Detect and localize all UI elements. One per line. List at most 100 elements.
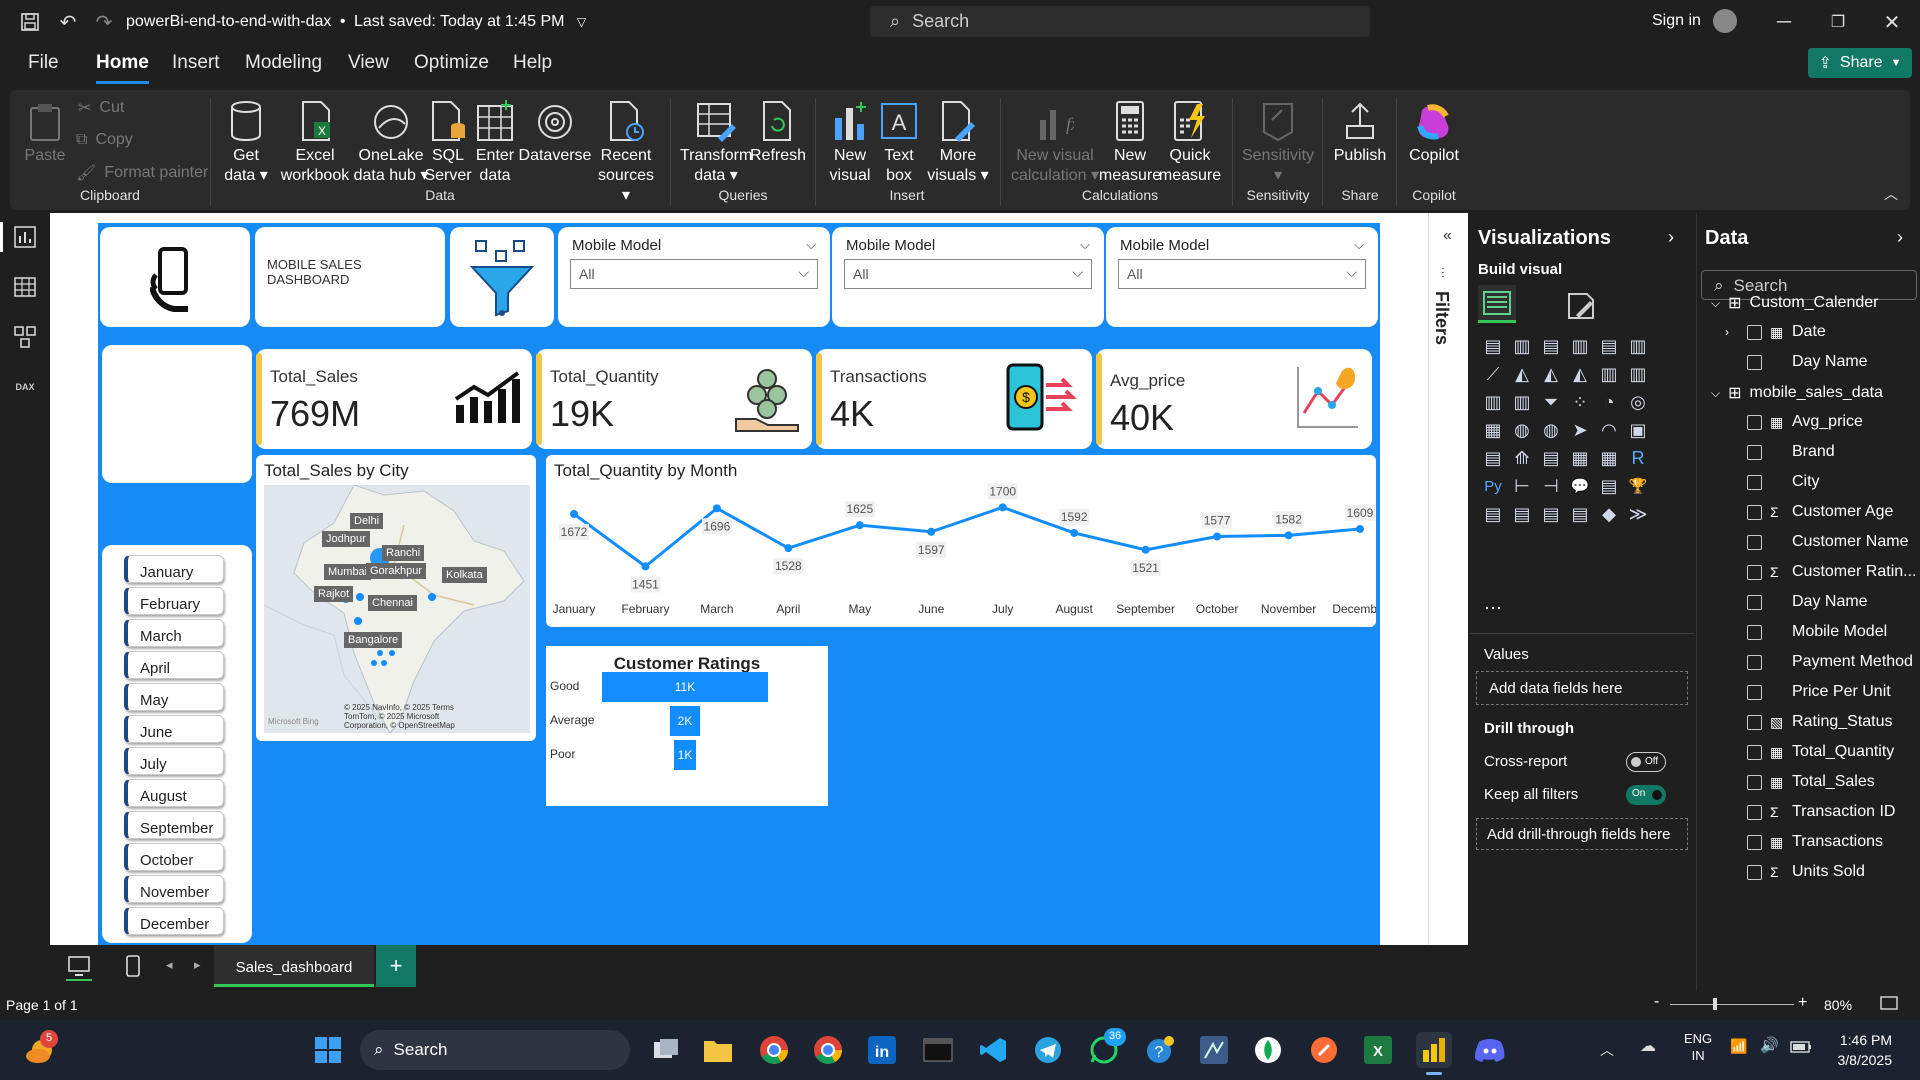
month-button-january[interactable]: January: [124, 555, 224, 583]
data-point[interactable]: [712, 504, 721, 513]
drill-through-drop-zone[interactable]: Add drill-through fields here: [1476, 818, 1688, 850]
zoom-slider-handle[interactable]: [1713, 998, 1717, 1010]
slicer-visual-icon[interactable]: ▤: [1538, 445, 1564, 471]
data-point[interactable]: [1213, 532, 1222, 541]
stacked-area-visual-icon[interactable]: ◭: [1538, 361, 1564, 387]
clustered-column-visual-icon[interactable]: ▥: [1567, 333, 1593, 359]
terminal-icon[interactable]: [920, 1032, 956, 1068]
excel-workbook-button[interactable]: X Excel workbook: [280, 98, 350, 186]
more-visuals-button[interactable]: More visuals ▾: [926, 98, 990, 186]
ratings-chart-card[interactable]: Customer Ratings Good 11K Average 2K Poor 1K: [546, 646, 828, 806]
kpi-transactions[interactable]: Transactions 4K $: [816, 349, 1092, 449]
kpi-avg-price[interactable]: Avg_price 40K: [1096, 349, 1372, 449]
key-influencers-visual-icon[interactable]: ⊢: [1509, 473, 1535, 499]
power-apps-visual-icon[interactable]: ▤: [1509, 501, 1535, 527]
map-visual-card[interactable]: Total_Sales by City Delhi Jodhpur Ranchi…: [256, 455, 536, 741]
expand-filters-icon[interactable]: «: [1443, 227, 1452, 245]
field-item[interactable]: Mobile Model: [1747, 623, 1887, 641]
scatter-visual-icon[interactable]: ⁘: [1567, 389, 1593, 415]
data-point[interactable]: [855, 521, 864, 530]
r-visual-visual-icon[interactable]: R: [1625, 445, 1651, 471]
field-checkbox[interactable]: [1747, 594, 1762, 610]
restore-icon[interactable]: ❐: [1824, 8, 1852, 36]
kpi-visual-icon[interactable]: ⟰: [1509, 445, 1535, 471]
treemap-visual-icon[interactable]: ▦: [1480, 417, 1506, 443]
gauge-visual-icon[interactable]: ◠: [1596, 417, 1622, 443]
report-view-icon[interactable]: [12, 224, 38, 250]
search-box[interactable]: ⌕ Search: [870, 6, 1370, 37]
month-button-march[interactable]: March: [124, 619, 224, 647]
field-item[interactable]: ▦ Total_Quantity: [1747, 743, 1894, 761]
network-cloud-icon[interactable]: ☁: [1640, 1036, 1656, 1056]
add-page-button[interactable]: +: [376, 945, 416, 987]
data-point[interactable]: [1284, 531, 1293, 540]
metrics-visual-icon[interactable]: 🏆: [1625, 473, 1651, 499]
slicer-mobile-model-3[interactable]: Mobile Model ⌵ All ⌵: [1106, 227, 1378, 327]
sql-server-button[interactable]: SQL Server: [420, 98, 476, 186]
battery-icon[interactable]: [1790, 1040, 1812, 1058]
month-button-february[interactable]: February: [124, 587, 224, 615]
windows-start-icon[interactable]: [310, 1032, 346, 1068]
field-item[interactable]: Day Name: [1747, 593, 1868, 611]
enter-data-button[interactable]: Enter data: [470, 98, 520, 186]
transform-data-button[interactable]: Transform data ▾: [680, 98, 752, 186]
slicer-mobile-model-2[interactable]: Mobile Model ⌵ All ⌵: [832, 227, 1104, 327]
month-button-december[interactable]: December: [124, 907, 224, 935]
shape-map-visual-icon[interactable]: ▤: [1567, 501, 1593, 527]
field-checkbox[interactable]: [1747, 324, 1762, 340]
clock[interactable]: 1:46 PM 3/8/2025: [1830, 1030, 1893, 1070]
field-checkbox[interactable]: [1747, 444, 1762, 460]
build-visual-tab[interactable]: [1478, 285, 1516, 323]
power-automate-visual-icon[interactable]: ▤: [1538, 501, 1564, 527]
line-visual-icon[interactable]: ⟋: [1480, 361, 1506, 387]
month-button-july[interactable]: July: [124, 747, 224, 775]
new-visual-button[interactable]: New visual: [826, 98, 874, 186]
wifi-icon[interactable]: 📶: [1730, 1038, 1747, 1055]
field-checkbox[interactable]: [1747, 834, 1762, 850]
slicer-mobile-model-1[interactable]: Mobile Model ⌵ All ⌵: [558, 227, 830, 327]
data-point[interactable]: [998, 503, 1007, 512]
slicer-dropdown[interactable]: All ⌵: [1118, 259, 1366, 289]
chrome-icon[interactable]: [756, 1032, 792, 1068]
data-point[interactable]: [1356, 524, 1364, 533]
prev-page-icon[interactable]: ◂: [166, 957, 173, 973]
filters-pane-collapsed[interactable]: « ⫶ Filters: [1428, 213, 1468, 945]
data-point[interactable]: [641, 562, 650, 571]
field-item[interactable]: ▦ Total_Sales: [1747, 773, 1875, 791]
field-checkbox[interactable]: [1747, 504, 1762, 520]
get-data-button[interactable]: Get data ▾: [218, 98, 274, 186]
sensitivity-button[interactable]: Sensitivity ▾: [1240, 98, 1316, 186]
table-visual-icon[interactable]: ▦: [1567, 445, 1593, 471]
menu-insert[interactable]: Insert: [172, 52, 220, 74]
refresh-button[interactable]: Refresh: [750, 98, 806, 166]
chevron-down-icon[interactable]: ⌵: [806, 237, 816, 253]
clustered-bar-visual-icon[interactable]: ▤: [1538, 333, 1564, 359]
keep-filters-toggle[interactable]: On: [1626, 785, 1666, 805]
month-button-november[interactable]: November: [124, 875, 224, 903]
field-item[interactable]: Σ Units Sold: [1747, 863, 1865, 881]
month-button-september[interactable]: September: [124, 811, 224, 839]
task-view-icon[interactable]: [648, 1032, 684, 1068]
help-icon[interactable]: ?: [1142, 1032, 1178, 1068]
field-checkbox[interactable]: [1747, 354, 1762, 370]
kpi-total-quantity[interactable]: Total_Quantity 19K: [536, 349, 812, 449]
excel-taskbar-icon[interactable]: X: [1360, 1032, 1396, 1068]
field-item[interactable]: Σ Customer Age: [1747, 503, 1893, 521]
format-painter-button[interactable]: 🖌 Format painter: [76, 163, 208, 183]
powerbi-taskbar-icon[interactable]: [1416, 1032, 1452, 1068]
menu-view[interactable]: View: [348, 52, 389, 74]
field-item[interactable]: ▦ Avg_price: [1747, 413, 1863, 431]
field-item[interactable]: Price Per Unit: [1747, 683, 1891, 701]
copilot-button[interactable]: Copilot: [1404, 98, 1464, 166]
chevron-down-icon[interactable]: ⌵: [1080, 237, 1090, 253]
filters-label[interactable]: Filters: [1431, 291, 1452, 345]
desktop-layout-icon[interactable]: [68, 955, 90, 982]
matrix-visual-icon[interactable]: ▦: [1596, 445, 1622, 471]
collapse-ribbon-icon[interactable]: ︿: [1884, 184, 1898, 204]
field-checkbox[interactable]: [1747, 534, 1762, 550]
field-item[interactable]: › ▦ Date: [1725, 323, 1826, 341]
dax-query-view-icon[interactable]: DAX: [12, 374, 38, 400]
slicer-dropdown[interactable]: All ⌵: [844, 259, 1092, 289]
mongodb-icon[interactable]: [1250, 1032, 1286, 1068]
field-checkbox[interactable]: [1747, 864, 1762, 880]
